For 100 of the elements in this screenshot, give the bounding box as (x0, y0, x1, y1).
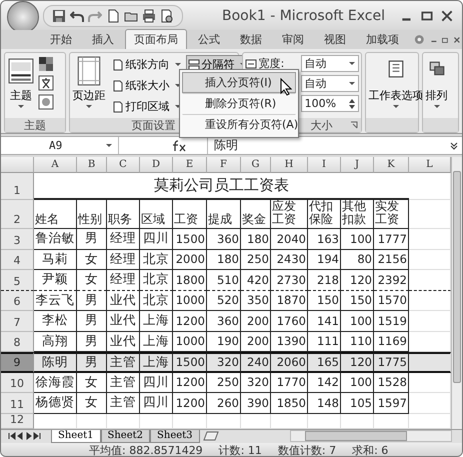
sheet-tab[interactable]: Sheet3 (150, 430, 200, 442)
column-header[interactable]: D (140, 157, 173, 173)
table-cell: 1200 (173, 311, 207, 332)
ribbon-tab[interactable]: 加载项 (357, 29, 408, 49)
ribbon-tab[interactable]: 审阅 (273, 29, 313, 49)
table-cell: 业代 (107, 311, 140, 332)
column-header[interactable]: I (308, 157, 341, 173)
table-cell: 1200 (173, 393, 207, 414)
theme-fonts-icon[interactable] (38, 75, 54, 91)
save-icon[interactable] (52, 8, 66, 22)
table-cell: 男 (77, 311, 107, 332)
arrange-button[interactable]: 排列 (424, 55, 449, 116)
column-header[interactable]: H (271, 157, 308, 173)
column-header[interactable]: J (341, 157, 374, 173)
table-cell: 经理 (107, 229, 140, 250)
table-cell: 420 (241, 270, 271, 290)
table-cell: 杨德贤 (34, 393, 77, 414)
row-header[interactable]: 2 (1, 200, 34, 229)
table-cell: 2000 (173, 250, 207, 270)
margins-button[interactable]: 页边距 (72, 55, 107, 116)
column-header[interactable]: B (77, 157, 107, 173)
table-cell: 男 (77, 229, 107, 250)
menu-item[interactable]: 重设所有分页符(A) (182, 114, 296, 135)
name-box[interactable]: A9 (1, 137, 119, 154)
row-header[interactable]: 1 (1, 173, 34, 200)
print-preview-icon[interactable] (160, 8, 174, 22)
row-header[interactable]: 4 (1, 250, 34, 270)
menu-item[interactable]: 插入分页符(I) (182, 72, 296, 93)
page-icon (112, 80, 124, 92)
table-cell: 1770 (271, 372, 308, 393)
column-header[interactable]: K (374, 157, 409, 173)
ribbon-tab[interactable]: 公式 (189, 29, 229, 49)
scale-spinner[interactable]: 100% (300, 95, 359, 112)
vertical-scrollbar[interactable] (451, 157, 462, 428)
row-header[interactable]: 5 (1, 270, 34, 290)
table-cell: 2060 (271, 352, 308, 372)
column-heading: 代扣保险 (308, 200, 341, 229)
row-header[interactable]: 12 (1, 414, 34, 428)
table-cell: 李松 (34, 311, 77, 332)
expand-icon[interactable] (450, 142, 458, 150)
dialog-launcher-icon[interactable] (350, 121, 358, 129)
ribbon-tab[interactable]: 视图 (315, 29, 355, 49)
select-all-corner[interactable] (1, 157, 34, 173)
close-icon[interactable] (440, 8, 454, 22)
ribbon-tab[interactable]: 页面布局 (125, 29, 187, 49)
column-header[interactable]: G (241, 157, 271, 173)
status-text: 计数: 11 (218, 442, 262, 456)
group-footer-bar (422, 118, 458, 132)
function-icon[interactable] (171, 140, 187, 152)
print-icon[interactable] (142, 8, 156, 22)
table-cell: 徐海霞 (34, 372, 77, 393)
table-cell: 105 (341, 393, 374, 414)
undo-icon[interactable] (70, 8, 84, 22)
table-cell: 260 (207, 393, 241, 414)
formula-field[interactable]: 陈明 (207, 137, 446, 154)
office-button[interactable] (7, 1, 39, 32)
row-header[interactable]: 3 (1, 229, 34, 250)
row-header[interactable]: 6 (1, 290, 34, 311)
sheet-tab[interactable]: Sheet2 (100, 430, 150, 442)
column-header[interactable]: E (173, 157, 207, 173)
table-cell: 250 (241, 250, 271, 270)
table-cell: 陈明 (34, 352, 77, 372)
themes-button[interactable]: 主题 (7, 55, 35, 116)
column-heading: 工资 (173, 200, 207, 229)
column-header[interactable]: A (34, 157, 77, 173)
table-cell: 北京 (140, 250, 173, 270)
height-dropdown[interactable]: 自动 (300, 75, 359, 92)
maximize-icon[interactable] (420, 8, 434, 22)
theme-effects-icon[interactable] (38, 94, 54, 110)
status-text: 求和: 6 (352, 442, 388, 456)
new-file-icon[interactable] (106, 8, 120, 22)
sheet-tab[interactable]: Sheet1 (51, 430, 101, 442)
width-dropdown[interactable]: 自动 (300, 55, 359, 72)
column-heading: 职务 (107, 200, 140, 229)
table-cell: 马莉 (34, 250, 77, 270)
row-header[interactable]: 8 (1, 332, 34, 352)
ribbon-tab[interactable]: 开始 (41, 29, 81, 49)
column-header[interactable]: L (409, 157, 451, 173)
column-header[interactable]: C (107, 157, 140, 173)
mouse-cursor-icon (280, 78, 292, 96)
status-text: 数值计数: 7 (278, 442, 336, 456)
row-header[interactable]: 7 (1, 311, 34, 332)
theme-colors-icon[interactable] (38, 56, 54, 72)
row-header[interactable]: 11 (1, 393, 34, 414)
row-header[interactable]: 9 (1, 352, 34, 372)
page-icon (112, 100, 124, 112)
spinner-arrows-icon (348, 98, 355, 108)
horizontal-scrollbar[interactable] (290, 430, 452, 442)
table-cell: 250 (207, 372, 241, 393)
ribbon-tab[interactable]: 插入 (83, 29, 123, 49)
table-cell: 1519 (374, 311, 409, 332)
column-heading: 应发工资 (271, 200, 308, 229)
table-cell: 1200 (173, 372, 207, 393)
row-header[interactable]: 10 (1, 372, 34, 393)
column-header[interactable]: F (207, 157, 241, 173)
table-cell: 北京 (140, 270, 173, 290)
table-cell: 80 (341, 250, 374, 270)
table-cell: 1800 (173, 270, 207, 290)
help-icon[interactable] (414, 33, 425, 46)
ribbon-tab[interactable]: 数据 (231, 29, 271, 49)
